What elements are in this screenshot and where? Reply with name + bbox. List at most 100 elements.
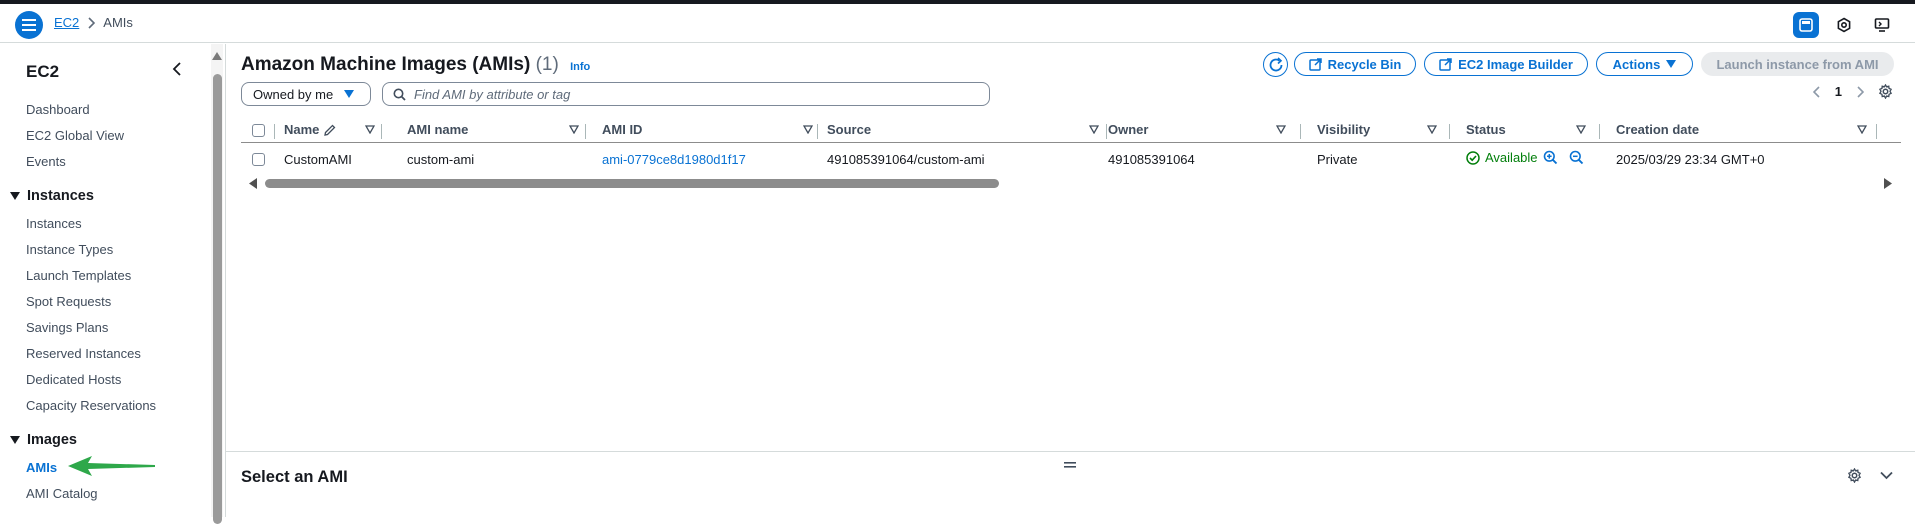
column-header-ami-name[interactable]: AMI name (407, 122, 468, 137)
gear-icon[interactable] (1878, 84, 1893, 99)
sidebar-item-dashboard[interactable]: Dashboard (26, 102, 90, 117)
chevron-down-icon[interactable] (1880, 471, 1893, 480)
caret-down-icon (344, 90, 355, 98)
column-header-owner[interactable]: Owner (1108, 122, 1148, 137)
info-link[interactable]: Info (570, 61, 590, 73)
column-header-label: AMI ID (602, 122, 643, 137)
panel-toggle-button[interactable] (1793, 12, 1819, 38)
sidebar-item-savings-plans[interactable]: Savings Plans (26, 320, 108, 335)
settings-button[interactable] (1831, 12, 1857, 38)
sidebar-section-label: Instances (27, 188, 94, 204)
sort-icon[interactable] (1857, 125, 1867, 134)
sidebar-item-spot-requests[interactable]: Spot Requests (26, 294, 111, 309)
column-header-visibility[interactable]: Visibility (1317, 122, 1370, 137)
launch-instance-button[interactable]: Launch instance from AMI (1701, 52, 1894, 76)
sidebar-item-amis[interactable]: AMIs (26, 460, 57, 475)
cell-status: Available (1466, 150, 1584, 165)
column-header-source[interactable]: Source (827, 122, 871, 137)
external-link-icon (1439, 57, 1452, 71)
search-input[interactable] (414, 86, 974, 102)
caret-down-icon (1666, 60, 1677, 68)
sort-icon[interactable] (569, 125, 579, 134)
sort-icon[interactable] (1089, 125, 1099, 134)
sidebar-section-images[interactable]: Images (10, 432, 77, 448)
zoom-in-icon[interactable] (1543, 150, 1558, 165)
sort-icon[interactable] (1427, 125, 1437, 134)
sidebar-item-dedicated-hosts[interactable]: Dedicated Hosts (26, 372, 121, 387)
menu-button[interactable] (15, 11, 43, 39)
sidebar-item-events[interactable]: Events (26, 154, 66, 169)
zoom-out-icon[interactable] (1569, 150, 1584, 165)
horizontal-scroll-thumb[interactable] (265, 179, 999, 188)
sidebar-item-reserved-instances[interactable]: Reserved Instances (26, 346, 141, 361)
column-resizer[interactable] (1599, 124, 1600, 139)
chevron-right-icon (87, 16, 96, 29)
cell-visibility: Private (1317, 152, 1358, 167)
checkbox[interactable] (252, 124, 265, 137)
sidebar-section-instances[interactable]: Instances (10, 188, 94, 204)
hexagon-settings-icon (1837, 17, 1851, 33)
split-panel-divider (226, 451, 1915, 452)
scroll-left-icon[interactable] (249, 178, 257, 189)
cell-ami-name: custom-ami (407, 152, 475, 167)
column-resizer[interactable] (1106, 124, 1107, 139)
panel-icon (1799, 18, 1813, 32)
table-horizontal-scrollbar[interactable] (241, 173, 1901, 189)
scroll-up-icon[interactable] (212, 52, 222, 60)
cell-creation-date: 2025/03/29 23:34 GMT+0 (1616, 152, 1765, 167)
breadcrumb: EC2 AMIs (54, 15, 133, 30)
sidebar-item-ami-catalog[interactable]: AMI Catalog (26, 486, 98, 501)
owner-filter-select[interactable]: Owned by me (241, 82, 371, 106)
recycle-bin-button[interactable]: Recycle Bin (1294, 52, 1416, 76)
monitor-icon (1874, 18, 1890, 32)
annotation-arrow-icon (68, 456, 155, 476)
sidebar-scroll-thumb[interactable] (213, 74, 222, 524)
column-resizer[interactable] (1876, 124, 1877, 139)
cell-name: CustomAMI (284, 152, 352, 167)
search-box[interactable] (382, 82, 990, 106)
row-checkbox[interactable] (252, 153, 265, 166)
column-header-name[interactable]: Name (284, 122, 336, 137)
sidebar-item-instances[interactable]: Instances (26, 216, 82, 231)
column-header-creation-date[interactable]: Creation date (1616, 122, 1699, 137)
cell-ami-id-link[interactable]: ami-0779ce8d1980d1f17 (602, 152, 746, 167)
sort-icon[interactable] (803, 125, 813, 134)
details-panel-title: Select an AMI (241, 468, 348, 486)
column-resizer[interactable] (585, 124, 586, 139)
shell-button[interactable] (1869, 12, 1895, 38)
resize-handle-icon[interactable] (1064, 456, 1076, 474)
table-row[interactable]: CustomAMI custom-ami ami-0779ce8d1980d1f… (241, 147, 1901, 171)
column-header-label: Name (284, 122, 320, 137)
sort-icon[interactable] (1576, 125, 1586, 134)
sidebar-item-instance-types[interactable]: Instance Types (26, 242, 113, 257)
sort-icon[interactable] (1276, 125, 1286, 134)
actions-button[interactable]: Actions (1596, 52, 1693, 76)
sidebar-item-launch-templates[interactable]: Launch Templates (26, 268, 131, 283)
launch-instance-label: Launch instance from AMI (1716, 56, 1879, 72)
column-header-label: Creation date (1616, 122, 1700, 137)
select-all-checkbox[interactable] (252, 124, 265, 137)
next-page-icon[interactable] (1856, 85, 1864, 98)
main-content: Amazon Machine Images (AMIs) (1) Info Re… (226, 44, 1915, 517)
column-header-label: AMI name (407, 122, 469, 137)
column-resizer[interactable] (381, 124, 382, 139)
image-builder-button[interactable]: EC2 Image Builder (1424, 52, 1588, 76)
sidebar-item-global-view[interactable]: EC2 Global View (26, 128, 124, 143)
page-number[interactable]: 1 (1835, 84, 1842, 99)
column-header-status[interactable]: Status (1466, 122, 1506, 137)
gear-icon[interactable] (1847, 468, 1862, 483)
breadcrumb-ec2-link[interactable]: EC2 (54, 15, 79, 30)
column-resizer[interactable] (817, 124, 818, 139)
column-resizer[interactable] (1449, 124, 1450, 139)
column-resizer[interactable] (274, 124, 275, 139)
column-resizer[interactable] (1300, 124, 1301, 139)
sort-icon[interactable] (365, 125, 375, 134)
scroll-right-icon[interactable] (1884, 178, 1892, 189)
sidebar-scrollbar[interactable] (211, 44, 223, 524)
column-header-ami-id[interactable]: AMI ID (602, 122, 642, 137)
sidebar-item-capacity-reservations[interactable]: Capacity Reservations (26, 398, 156, 413)
breadcrumb-current: AMIs (103, 15, 133, 30)
collapse-sidebar-button[interactable] (172, 62, 182, 81)
previous-page-icon[interactable] (1812, 85, 1821, 98)
refresh-button[interactable] (1263, 52, 1288, 77)
